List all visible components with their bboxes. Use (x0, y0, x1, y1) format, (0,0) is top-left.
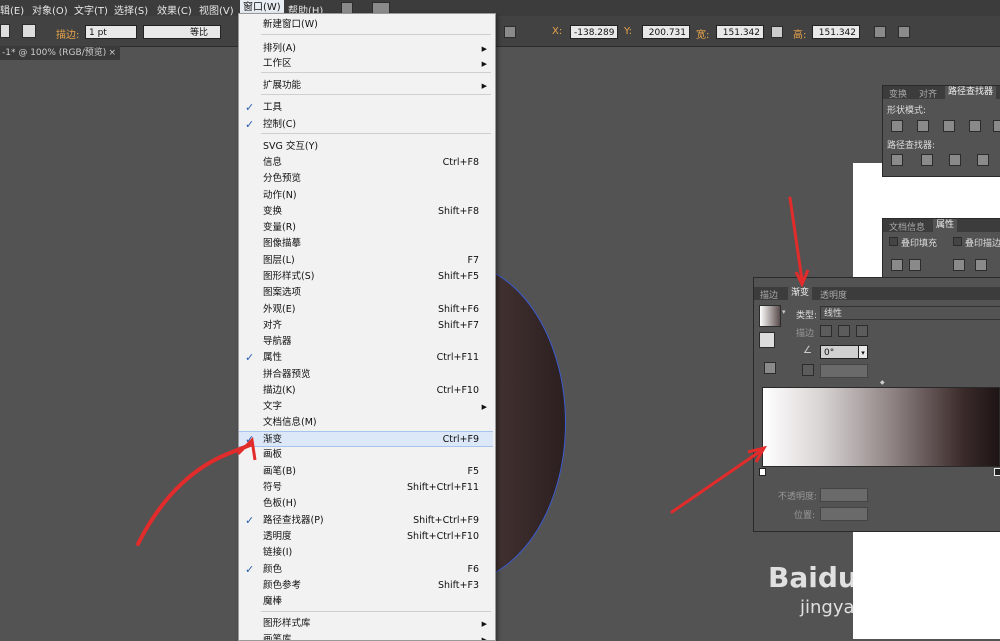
arrow-to-gradient-item (136, 443, 252, 546)
annotation-arrows (136, 196, 810, 546)
arrow-to-gradient-tab (788, 196, 804, 282)
arrow-to-gradient-slider (670, 448, 764, 514)
watermark-url: jingyan.baidu.com (800, 597, 967, 618)
arrow-head-gradient-item (236, 436, 257, 461)
watermark-brand: Baidu经验 (768, 561, 914, 594)
